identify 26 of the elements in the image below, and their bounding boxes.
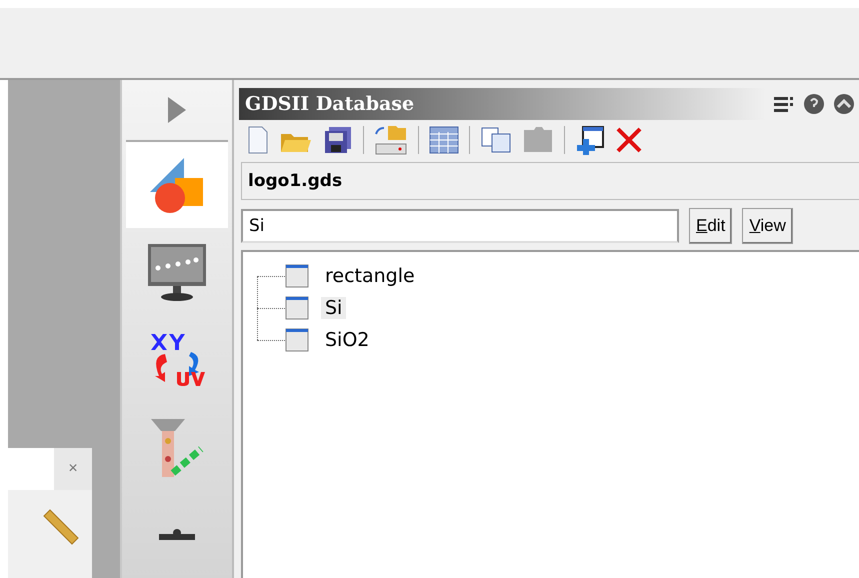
close-button[interactable]: × [54,448,92,490]
file-name: logo1.gds [241,162,859,200]
new-file-icon[interactable] [247,126,269,154]
copy-icon[interactable] [480,126,512,154]
menu-icon[interactable] [773,95,795,113]
help-icon[interactable] [803,93,825,115]
monitor-icon [146,242,208,302]
panel-button[interactable]: View [742,208,793,244]
delete-icon[interactable] [615,126,643,154]
tree-item[interactable]: rectangle [321,265,419,287]
stage-icon [157,528,197,542]
cell-icon [285,328,309,352]
panel-title: GDSII Database [245,93,416,115]
add-window-icon[interactable] [575,125,605,155]
expand-arrow-icon [166,95,188,126]
table-icon[interactable] [429,126,459,154]
shapes-icon [148,156,206,214]
panel-button[interactable]: Edit [689,208,732,244]
cell-icon [285,264,309,288]
import-icon[interactable] [374,124,408,156]
tree-item[interactable]: SiO2 [321,329,374,351]
cell-icon [285,296,309,320]
search-field[interactable]: Si [241,209,679,243]
save-icon[interactable] [323,125,353,155]
collapse-icon[interactable] [833,93,855,115]
tree-item[interactable]: Si [321,297,346,319]
